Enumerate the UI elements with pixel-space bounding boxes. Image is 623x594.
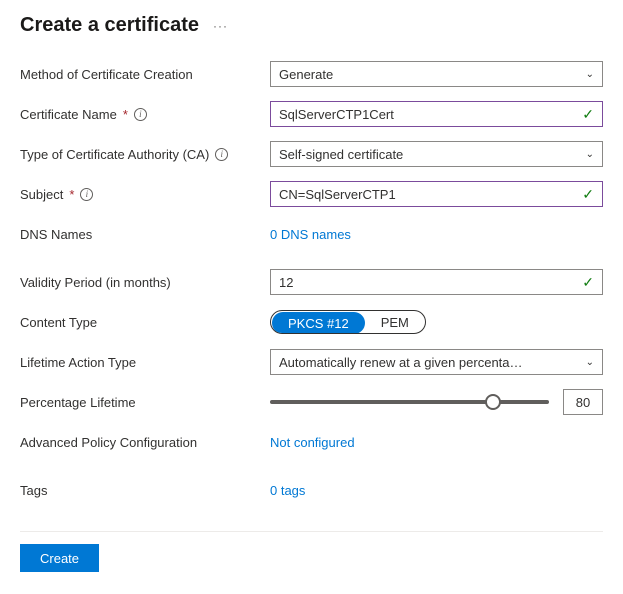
method-value: Generate	[279, 67, 333, 82]
subject-label: Subject	[20, 187, 63, 202]
lifetime-label: Lifetime Action Type	[20, 355, 136, 370]
create-button[interactable]: Create	[20, 544, 99, 572]
method-select[interactable]: Generate ⌄	[270, 61, 603, 87]
name-value: SqlServerCTP1Cert	[279, 107, 394, 122]
dns-link[interactable]: 0 DNS names	[270, 227, 351, 242]
ca-value: Self-signed certificate	[279, 147, 403, 162]
percent-label: Percentage Lifetime	[20, 395, 136, 410]
info-icon[interactable]: i	[134, 108, 147, 121]
validity-input[interactable]: 12 ✓	[270, 269, 603, 295]
slider-thumb[interactable]	[485, 394, 501, 410]
ca-select[interactable]: Self-signed certificate ⌄	[270, 141, 603, 167]
check-icon: ✓	[582, 274, 594, 291]
tags-label: Tags	[20, 483, 47, 498]
required-marker: *	[69, 187, 74, 202]
more-icon[interactable]: ···	[213, 19, 228, 33]
advanced-label: Advanced Policy Configuration	[20, 435, 197, 450]
ca-label: Type of Certificate Authority (CA)	[20, 147, 209, 162]
lifetime-select[interactable]: Automatically renew at a given percentag…	[270, 349, 603, 375]
percent-input[interactable]: 80	[563, 389, 603, 415]
dns-label: DNS Names	[20, 227, 92, 242]
content-type-toggle[interactable]: PKCS #12 PEM	[270, 310, 426, 334]
tags-link[interactable]: 0 tags	[270, 483, 305, 498]
percent-value: 80	[576, 395, 590, 410]
lifetime-value: Automatically renew at a given percentag…	[279, 355, 529, 370]
chevron-down-icon: ⌄	[586, 357, 594, 368]
info-icon[interactable]: i	[80, 188, 93, 201]
check-icon: ✓	[582, 106, 594, 123]
required-marker: *	[123, 107, 128, 122]
percent-slider[interactable]	[270, 400, 549, 404]
page-title: Create a certificate	[20, 14, 199, 37]
content-label: Content Type	[20, 315, 97, 330]
subject-input[interactable]: CN=SqlServerCTP1 ✓	[270, 181, 603, 207]
content-type-pem[interactable]: PEM	[365, 311, 425, 333]
validity-label: Validity Period (in months)	[20, 275, 171, 290]
chevron-down-icon: ⌄	[586, 149, 594, 160]
name-label: Certificate Name	[20, 107, 117, 122]
name-input[interactable]: SqlServerCTP1Cert ✓	[270, 101, 603, 127]
advanced-link[interactable]: Not configured	[270, 435, 355, 450]
chevron-down-icon: ⌄	[586, 69, 594, 80]
method-label: Method of Certificate Creation	[20, 67, 193, 82]
info-icon[interactable]: i	[215, 148, 228, 161]
check-icon: ✓	[582, 186, 594, 203]
validity-value: 12	[279, 275, 293, 290]
subject-value: CN=SqlServerCTP1	[279, 187, 396, 202]
content-type-pkcs[interactable]: PKCS #12	[272, 312, 365, 334]
